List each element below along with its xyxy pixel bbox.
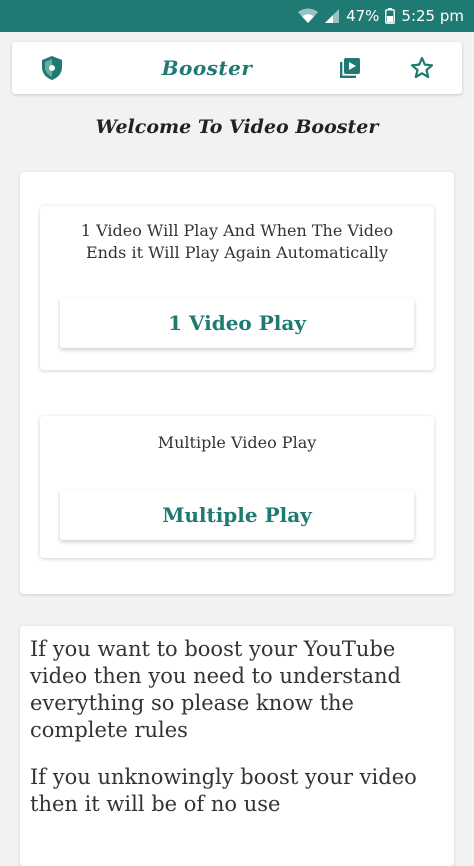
status-bar: 47% 5:25 pm	[0, 0, 474, 32]
single-play-description: 1 Video Will Play And When The Video End…	[80, 221, 394, 262]
info-paragraph: If you want to boost your YouTube video …	[30, 637, 401, 742]
play-options-card: 1 Video Will Play And When The Video End…	[20, 172, 454, 594]
wifi-icon	[298, 8, 319, 24]
multiple-play-description: Multiple Video Play	[157, 433, 317, 452]
info-paragraph: If you unknowingly boost your video then…	[30, 765, 417, 816]
battery-level: 47%	[346, 7, 380, 25]
single-play-card: 1 Video Will Play And When The Video End…	[40, 206, 434, 370]
welcome-heading: Welcome To Video Booster	[95, 116, 379, 138]
single-video-play-button[interactable]: 1 Video Play	[60, 298, 414, 348]
playlist-icon[interactable]	[336, 54, 364, 82]
battery-icon	[385, 8, 396, 24]
signal-icon	[324, 8, 340, 24]
app-toolbar: Booster	[12, 42, 462, 94]
rules-info-card: If you want to boost your YouTube video …	[20, 626, 454, 866]
multiple-play-button[interactable]: Multiple Play	[60, 490, 414, 540]
star-icon[interactable]	[408, 54, 436, 82]
clock: 5:25 pm	[401, 7, 464, 25]
multiple-play-card: Multiple Video Play Multiple Play	[40, 416, 434, 558]
toolbar-title: Booster	[161, 56, 253, 80]
